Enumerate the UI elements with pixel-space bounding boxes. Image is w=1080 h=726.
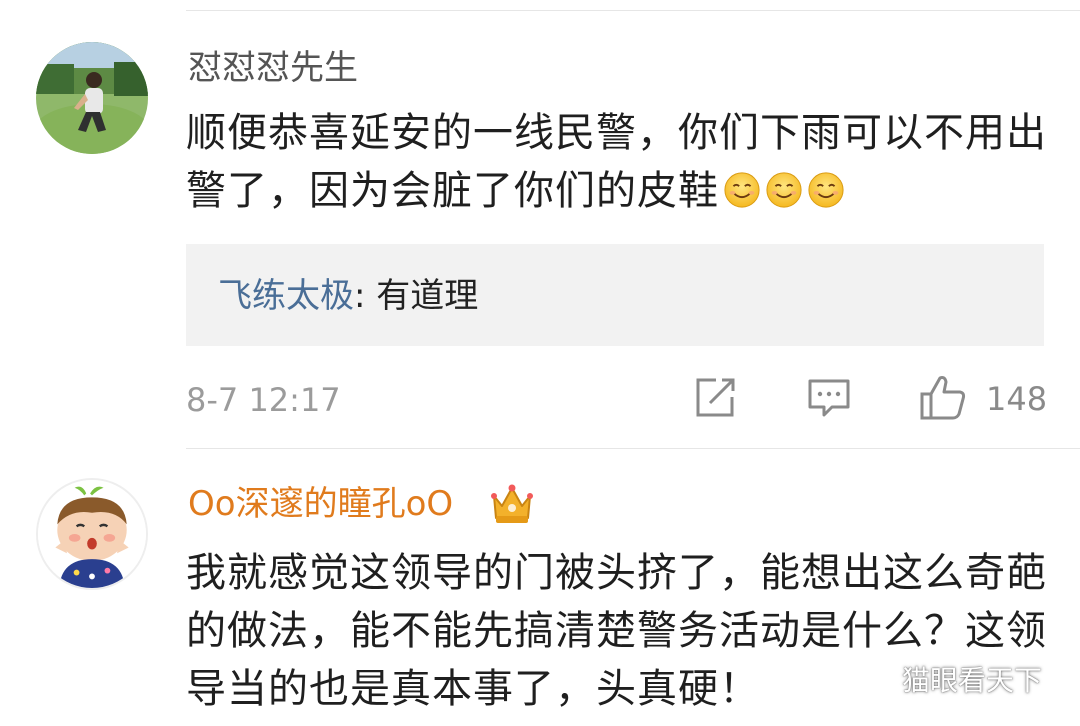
comment-text: 顺便恭喜延安的一线民警，你们下雨可以不用出警了，因为会脏了你们的皮鞋 [186, 104, 1056, 220]
watermark-text: 猫眼看天下 [901, 664, 1042, 697]
top-divider [186, 10, 1080, 11]
reply-author[interactable]: 飞练太极 [218, 276, 354, 316]
smile-emoji [808, 172, 844, 208]
like-icon[interactable] [918, 372, 968, 422]
avatar[interactable] [36, 42, 148, 154]
like-count: 148 [986, 380, 1048, 418]
smile-emoji [724, 172, 760, 208]
reply-line: 飞练太极: 有道理 [218, 276, 478, 316]
smile-emoji [766, 172, 802, 208]
wechat-icon [867, 669, 899, 694]
comment-divider [186, 448, 1080, 449]
share-icon[interactable] [692, 375, 738, 421]
username[interactable]: 怼怼怼先生 [188, 48, 358, 88]
timestamp: 8-7 12:17 [186, 381, 341, 419]
comment-icon[interactable] [806, 377, 852, 419]
comment-body: 顺便恭喜延安的一线民警，你们下雨可以不用出警了，因为会脏了你们的皮鞋 [186, 110, 1047, 214]
reply-text: 有道理 [376, 276, 479, 316]
reply-box[interactable]: 飞练太极: 有道理 [186, 244, 1044, 346]
watermark: 猫眼看天下 [867, 664, 1042, 698]
username[interactable]: Oo深邃的瞳孔oO [188, 484, 453, 524]
reply-separator: : [354, 276, 377, 316]
avatar[interactable] [36, 478, 148, 590]
crown-icon [491, 484, 533, 523]
